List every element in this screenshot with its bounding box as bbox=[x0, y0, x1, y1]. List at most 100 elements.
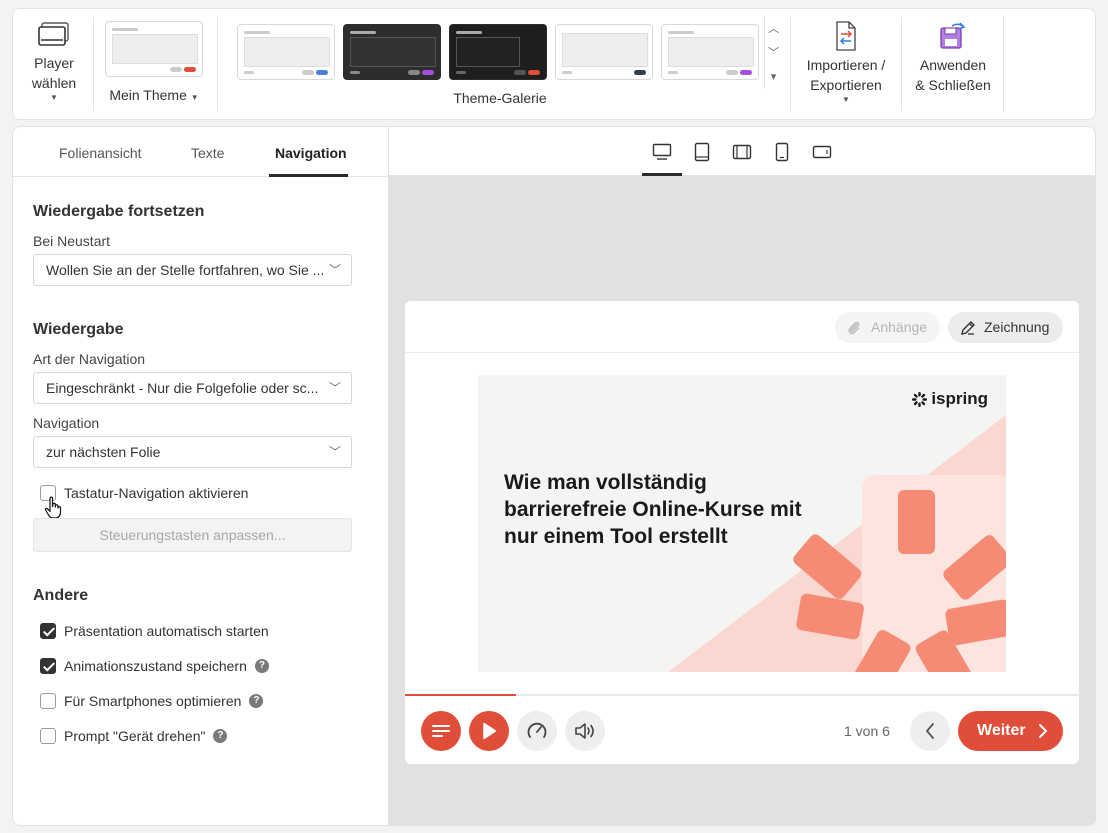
slide-canvas: ispring Wie man vollständig barrierefrei… bbox=[478, 375, 1006, 672]
choose-player-button[interactable]: Player wählen ▼ bbox=[27, 9, 81, 121]
menu-lines-icon bbox=[432, 725, 450, 737]
option-label: Präsentation automatisch starten bbox=[64, 623, 269, 639]
playback-speed-button[interactable] bbox=[517, 711, 557, 751]
help-icon[interactable]: ? bbox=[254, 659, 269, 673]
restart-select-value: Wollen Sie an der Stelle fortfahren, wo … bbox=[46, 262, 325, 278]
my-theme-thumbnail bbox=[105, 21, 203, 77]
previous-button[interactable] bbox=[910, 711, 950, 751]
pencil-icon bbox=[961, 321, 975, 335]
checkbox[interactable] bbox=[40, 693, 56, 709]
volume-button[interactable] bbox=[565, 711, 605, 751]
keyboard-nav-checkbox-row[interactable]: Tastatur-Navigation aktivieren bbox=[40, 485, 248, 501]
tab-texts[interactable]: Texte bbox=[191, 145, 224, 161]
play-button[interactable] bbox=[469, 711, 509, 751]
tablet-portrait-button[interactable] bbox=[682, 141, 722, 163]
tab-navigation[interactable]: Navigation bbox=[275, 145, 347, 161]
gallery-more-icon[interactable]: ▾ bbox=[765, 65, 782, 89]
settings-tabs: Folienansicht Texte Navigation bbox=[13, 127, 389, 177]
nav-type-select-value: Eingeschränkt - Nur die Folgefolie oder … bbox=[46, 380, 319, 396]
tablet-landscape-icon bbox=[732, 144, 752, 160]
ispring-logo: ispring bbox=[912, 389, 988, 409]
play-icon bbox=[483, 722, 497, 740]
playback-heading: Wiedergabe bbox=[33, 321, 124, 338]
option-row[interactable]: Präsentation automatisch starten bbox=[40, 623, 269, 639]
checkbox-checked[interactable] bbox=[40, 623, 56, 639]
import-export-button[interactable]: Importieren / Exportieren ▼ bbox=[799, 9, 893, 121]
chevron-left-icon bbox=[925, 723, 934, 739]
theme-thumbnail[interactable] bbox=[661, 24, 759, 80]
restart-label: Bei Neustart bbox=[33, 233, 111, 249]
option-label: Für Smartphones optimieren bbox=[64, 693, 242, 709]
import-export-icon bbox=[836, 21, 856, 51]
navigation-select-value: zur nächsten Folie bbox=[46, 444, 161, 460]
import-export-label-1: Importieren / bbox=[806, 57, 886, 73]
nav-type-label: Art der Navigation bbox=[33, 351, 146, 367]
restart-select[interactable]: Wollen Sie an der Stelle fortfahren, wo … bbox=[33, 254, 352, 286]
apply-close-label-1: Anwenden bbox=[919, 57, 987, 73]
tablet-landscape-button[interactable] bbox=[722, 141, 762, 163]
speedometer-icon bbox=[527, 722, 547, 738]
phone-landscape-button[interactable] bbox=[802, 141, 842, 163]
chevron-right-icon bbox=[1039, 724, 1048, 738]
ispring-logo-icon bbox=[912, 391, 928, 407]
chevron-down-icon: ﹀ bbox=[328, 445, 341, 459]
chevron-down-icon: ﹀ bbox=[328, 381, 341, 395]
choose-player-label-1: Player bbox=[34, 55, 74, 71]
phone-portrait-icon bbox=[775, 142, 789, 162]
outline-menu-button[interactable] bbox=[421, 711, 461, 751]
ribbon-divider bbox=[790, 17, 791, 111]
hand-cursor-icon bbox=[44, 496, 62, 519]
other-heading: Andere bbox=[33, 587, 89, 604]
device-toolbar bbox=[389, 126, 1096, 176]
keyboard-nav-label: Tastatur-Navigation aktivieren bbox=[64, 485, 249, 501]
ribbon-divider bbox=[93, 17, 94, 111]
next-button[interactable]: Weiter bbox=[958, 711, 1063, 751]
my-theme-button[interactable]: Mein Theme ▼ bbox=[103, 9, 205, 121]
progress-fill bbox=[405, 694, 517, 696]
theme-thumbnail[interactable] bbox=[449, 24, 547, 80]
ribbon-divider bbox=[1003, 17, 1004, 111]
attachments-button[interactable]: Anhänge bbox=[835, 312, 940, 343]
option-row[interactable]: Für Smartphones optimieren ? bbox=[40, 693, 264, 709]
attachments-label: Anhänge bbox=[871, 319, 928, 335]
chevron-down-icon: ▼ bbox=[190, 93, 199, 102]
apply-close-button[interactable]: Anwenden & Schließen bbox=[911, 9, 995, 121]
chevron-up-icon[interactable]: ︿ bbox=[765, 17, 782, 41]
choose-player-label-2: wählen bbox=[31, 75, 77, 91]
ribbon: Player wählen ▼ Mein Theme ▼ ︿ ﹀ ▾ Theme… bbox=[12, 8, 1096, 120]
tab-slide-view[interactable]: Folienansicht bbox=[59, 145, 142, 161]
checkbox[interactable] bbox=[40, 728, 56, 744]
customize-keys-button[interactable]: Steuerungstasten anpassen... bbox=[33, 518, 352, 552]
player-icon bbox=[38, 22, 69, 46]
navigation-select[interactable]: zur nächsten Folie ﹀ bbox=[33, 436, 352, 468]
phone-landscape-icon bbox=[812, 145, 832, 159]
option-label: Prompt "Gerät drehen" bbox=[64, 728, 206, 744]
phone-portrait-button[interactable] bbox=[762, 141, 802, 163]
nav-type-select[interactable]: Eingeschränkt - Nur die Folgefolie oder … bbox=[33, 372, 352, 404]
import-export-label-2: Exportieren bbox=[810, 77, 882, 93]
help-icon[interactable]: ? bbox=[249, 694, 264, 708]
desktop-icon bbox=[652, 143, 672, 160]
resume-heading: Wiedergabe fortsetzen bbox=[33, 203, 205, 220]
paperclip-icon bbox=[848, 321, 860, 335]
desktop-device-button[interactable] bbox=[642, 141, 682, 163]
theme-thumbnail[interactable] bbox=[555, 24, 653, 80]
checkbox-checked[interactable] bbox=[40, 658, 56, 674]
theme-thumbnail[interactable] bbox=[343, 24, 441, 80]
option-row[interactable]: Prompt "Gerät drehen" ? bbox=[40, 728, 228, 744]
ribbon-divider bbox=[901, 17, 902, 111]
player-preview: Anhänge Zeichnung ispring Wie man vollst… bbox=[405, 301, 1079, 764]
chevron-down-icon[interactable]: ﹀ bbox=[765, 41, 782, 65]
my-theme-label: Mein Theme bbox=[109, 87, 187, 103]
my-theme-label-row: Mein Theme ▼ bbox=[109, 85, 198, 105]
active-tab-indicator bbox=[269, 174, 348, 177]
logo-text: ispring bbox=[931, 389, 988, 408]
option-row[interactable]: Animationszustand speichern ? bbox=[40, 658, 269, 674]
drawing-button[interactable]: Zeichnung bbox=[948, 312, 1063, 343]
volume-icon bbox=[575, 723, 594, 739]
help-icon[interactable]: ? bbox=[213, 729, 228, 743]
navigation-label: Navigation bbox=[33, 415, 100, 431]
chevron-down-icon: ▼ bbox=[842, 95, 850, 104]
slide-title: Wie man vollständig barrierefreie Online… bbox=[504, 471, 802, 548]
theme-thumbnail[interactable] bbox=[237, 24, 335, 80]
